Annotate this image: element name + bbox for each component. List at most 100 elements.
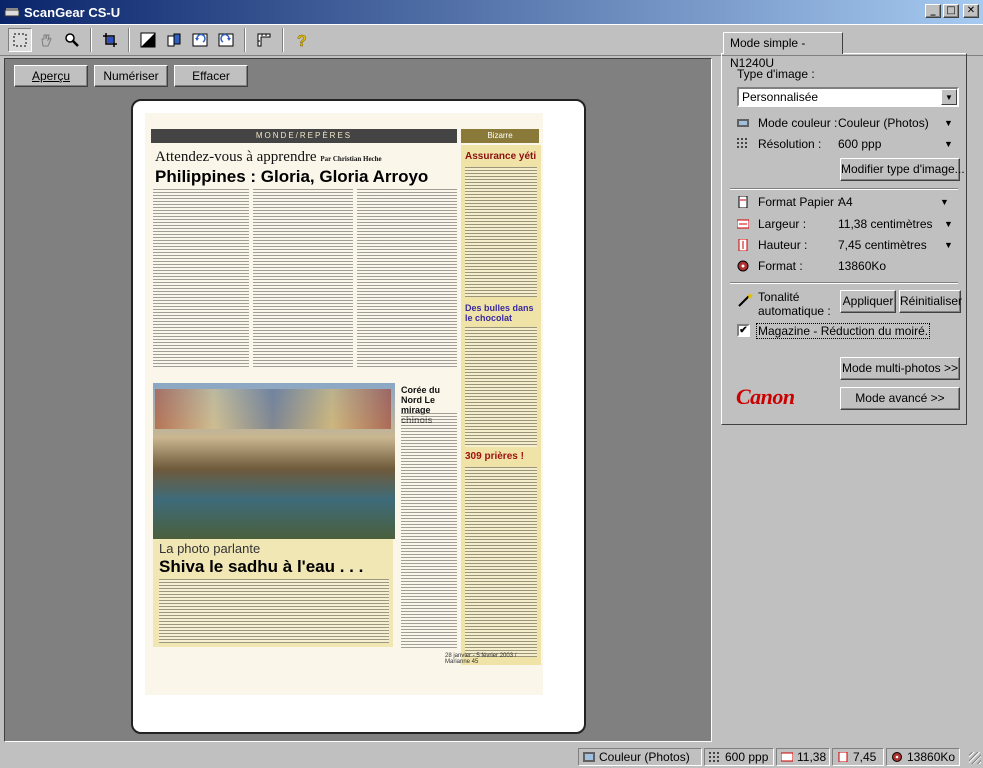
scangear-window: ScanGear CS-U _ □ ✕ ? Aperçu Numériser E… (0, 0, 983, 768)
scan-button-label: Numériser (103, 69, 159, 83)
auto-tone-label-line1: Tonalité (758, 290, 800, 304)
crop-tool[interactable] (98, 28, 122, 52)
side-text (465, 327, 537, 447)
title-bar[interactable]: ScanGear CS-U _ □ ✕ (0, 0, 983, 24)
scan-button[interactable]: Numériser (94, 65, 168, 87)
preview-area[interactable]: Aperçu Numériser Effacer MONDE/REPÈRES B… (4, 58, 712, 742)
toolbar-separator (128, 28, 130, 52)
caption-text (159, 579, 389, 643)
scanned-magazine-page: MONDE/REPÈRES Bizarre Attendez-vous à ap… (145, 113, 543, 695)
file-size-value: 13860Ko (838, 259, 887, 273)
text-column (253, 189, 353, 369)
moire-reduction-checkbox[interactable]: ✔ (737, 324, 750, 337)
window-title: ScanGear CS-U (24, 4, 121, 20)
width-value[interactable]: 11,38 centimètres (838, 217, 933, 231)
paper-size-label: Format Papier : (758, 195, 841, 209)
minimize-icon: _ (930, 5, 936, 16)
divider (730, 188, 958, 190)
simple-mode-panel: Mode simple - N1240U Type d'image : Pers… (720, 30, 968, 425)
color-mode-value[interactable]: Couleur (Photos) (838, 116, 929, 130)
hand-tool[interactable] (34, 28, 58, 52)
auto-tone-icon (140, 32, 156, 48)
preview-button-label: Aperçu (31, 69, 71, 83)
resolution-value[interactable]: 600 ppp (838, 137, 881, 151)
page-headline-small: Attendez-vous à apprendre Par Christian … (155, 149, 382, 165)
apply-button[interactable]: Appliquer (840, 290, 896, 313)
paper-size-dropdown-icon[interactable]: ▼ (940, 197, 949, 207)
status-size-value: 13860Ko (907, 750, 956, 764)
auto-tone-label-line2: automatique : (758, 304, 831, 318)
page-footer: 28 janvier - 5 février 2003 / Marianne 4… (445, 653, 517, 665)
image-type-select[interactable]: Personnalisée ▼ (737, 87, 959, 107)
resize-grip[interactable] (969, 752, 981, 764)
ruler-icon (257, 33, 271, 47)
height-value[interactable]: 7,45 centimètres (838, 238, 927, 252)
text-column (153, 189, 249, 369)
clear-button[interactable]: Effacer (174, 65, 248, 87)
height-dropdown-icon[interactable]: ▼ (944, 240, 953, 250)
svg-text:?: ? (297, 33, 307, 49)
mid-text (401, 413, 457, 649)
scan-preview-sheet[interactable]: MONDE/REPÈRES Bizarre Attendez-vous à ap… (131, 99, 586, 734)
zoom-tool[interactable] (60, 28, 84, 52)
ruler-tool[interactable] (252, 28, 276, 52)
status-width: 11,38 (776, 748, 830, 766)
side-text (465, 167, 537, 297)
divider (730, 282, 958, 284)
status-bar: Couleur (Photos) 600 ppp 11,38 7,45 1386… (0, 746, 983, 768)
maximize-button[interactable]: □ (943, 4, 959, 18)
color-mode-icon (737, 119, 749, 127)
resolution-dropdown-icon[interactable]: ▼ (944, 139, 953, 149)
height-icon (738, 239, 748, 251)
resolution-label: Résolution : (758, 137, 822, 151)
height-icon (838, 752, 848, 762)
status-width-value: 11,38 (797, 750, 827, 764)
toolbar-separator (244, 28, 246, 52)
modify-image-type-button[interactable]: Modifier type d'image... (840, 158, 965, 181)
hand-icon (41, 34, 52, 47)
clear-button-label: Effacer (192, 69, 230, 83)
status-resolution: 600 ppp (704, 748, 774, 766)
paper-size-value[interactable]: A4 (838, 195, 853, 209)
reset-button[interactable]: Réinitialiser (899, 290, 962, 313)
invert-tool[interactable] (162, 28, 186, 52)
page-side-label: Bizarre (461, 129, 539, 143)
page-headline-big: Philippines : Gloria, Gloria Arroyo (155, 167, 429, 186)
resolution-icon (709, 752, 719, 762)
width-label: Largeur : (758, 217, 807, 231)
rotate-right-icon (218, 33, 234, 47)
close-icon: ✕ (966, 5, 976, 16)
disk-icon (892, 752, 902, 762)
width-icon (781, 752, 793, 762)
file-size-label: Format : (758, 259, 803, 273)
status-height: 7,45 (832, 748, 884, 766)
width-dropdown-icon[interactable]: ▼ (944, 219, 953, 229)
moire-reduction-label[interactable]: Magazine - Réduction du moiré. (756, 323, 931, 339)
zoom-icon (65, 33, 79, 47)
select-marquee-tool[interactable] (8, 28, 32, 52)
minimize-button[interactable]: _ (925, 4, 941, 18)
magazine-photo-detail (155, 389, 391, 429)
color-mode-label: Mode couleur : (758, 116, 838, 130)
invert-icon (167, 33, 181, 47)
image-type-value: Personnalisée (742, 90, 819, 104)
status-size: 13860Ko (886, 748, 960, 766)
tab-panel: Type d'image : Personnalisée ▼ Mode coul… (721, 53, 967, 425)
resolution-icon (737, 138, 747, 148)
color-mode-dropdown-icon[interactable]: ▼ (944, 118, 953, 128)
preview-button[interactable]: Aperçu (14, 65, 88, 87)
color-mode-icon (583, 752, 595, 762)
advanced-mode-button[interactable]: Mode avancé >> (840, 387, 960, 410)
rotate-left-tool[interactable] (188, 28, 212, 52)
paper-icon (738, 196, 748, 208)
multi-photo-mode-button[interactable]: Mode multi-photos >> (840, 357, 960, 380)
scanner-app-icon (4, 4, 20, 20)
help-tool[interactable]: ? (290, 28, 314, 52)
close-button[interactable]: ✕ (963, 4, 979, 18)
caption-small: La photo parlante (159, 541, 261, 556)
side-heading: 309 prières ! (465, 451, 524, 462)
rotate-right-tool[interactable] (214, 28, 238, 52)
auto-tone-tool[interactable] (136, 28, 160, 52)
canon-logo: Canon (736, 384, 795, 409)
tab-simple-mode[interactable]: Mode simple - N1240U (723, 32, 843, 70)
